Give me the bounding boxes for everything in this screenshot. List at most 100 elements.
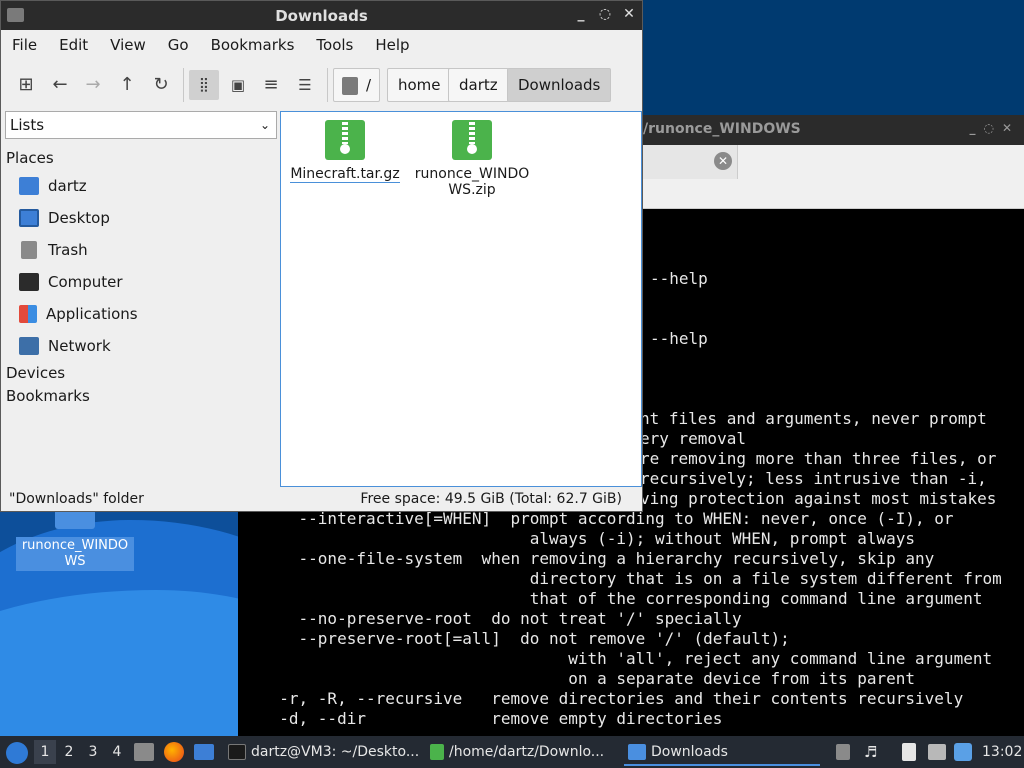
- file-manager-window[interactable]: Downloads _ ◌ ✕ File Edit View Go Bookma…: [0, 0, 643, 512]
- terminal-line: -r, -R, --recursive remove directories a…: [260, 689, 964, 708]
- workspace-1[interactable]: 1: [34, 740, 56, 764]
- workspace-2[interactable]: 2: [58, 740, 80, 764]
- task-label: Downloads: [651, 744, 728, 760]
- list-view-icon[interactable]: ☰: [290, 70, 320, 100]
- terminal-line: ving protection against most mistakes: [640, 489, 997, 508]
- menu-help[interactable]: Help: [364, 30, 420, 60]
- chevron-down-icon: ⌄: [259, 118, 270, 132]
- breadcrumb-root[interactable]: /: [333, 68, 381, 102]
- breadcrumb-home[interactable]: home: [387, 68, 452, 102]
- sidebar-item-dartz[interactable]: dartz: [19, 173, 87, 199]
- toolbar-separator: [327, 68, 328, 102]
- home-folder-icon: [19, 177, 39, 195]
- volume-icon[interactable]: ♬: [864, 743, 882, 761]
- task-terminal[interactable]: dartz@VM3: ~/Deskto...: [224, 738, 420, 766]
- update-notifier-icon[interactable]: [954, 743, 972, 761]
- terminal-line: recursively; less intrusive than -i,: [640, 469, 987, 488]
- sidebar-item-label: Network: [48, 337, 111, 355]
- file-item[interactable]: runonce_WINDOWS.zip: [409, 120, 535, 198]
- status-bar: "Downloads" folder Free space: 49.5 GiB …: [1, 487, 642, 511]
- terminal-line: --interactive[=WHEN] prompt according to…: [260, 509, 954, 528]
- sidebar-item-trash[interactable]: Trash: [19, 237, 88, 263]
- side-pane-mode-select[interactable]: Lists ⌄: [5, 111, 277, 139]
- task-label: dartz@VM3: ~/Deskto...: [251, 744, 420, 760]
- removable-media-icon[interactable]: [836, 744, 850, 760]
- file-view[interactable]: Minecraft.tar.gz runonce_WINDOWS.zip: [280, 111, 642, 487]
- menu-edit[interactable]: Edit: [48, 30, 99, 60]
- toolbar-separator: [183, 68, 184, 102]
- menu-bookmarks[interactable]: Bookmarks: [200, 30, 306, 60]
- file-manager-titlebar[interactable]: Downloads _ ◌ ✕: [1, 1, 642, 30]
- side-pane-mode-label: Lists: [10, 116, 45, 134]
- show-desktop-icon[interactable]: [194, 744, 214, 760]
- clock[interactable]: 13:02: [982, 736, 1022, 768]
- new-tab-icon[interactable]: ⊞: [11, 70, 41, 100]
- terminal-line: nt files and arguments, never prompt: [640, 409, 987, 428]
- sidebar-item-label: Desktop: [48, 209, 110, 227]
- task-label: /home/dartz/Downlo...: [449, 744, 605, 760]
- window-title: Downloads: [275, 7, 368, 25]
- menu-view[interactable]: View: [99, 30, 157, 60]
- breadcrumb-root-label: /: [366, 76, 372, 94]
- computer-icon: [19, 273, 39, 291]
- terminal-title: /runonce_WINDOWS: [643, 121, 801, 137]
- archive-icon: [452, 120, 492, 160]
- minimize-icon[interactable]: _: [574, 6, 588, 22]
- reload-icon[interactable]: ↻: [146, 70, 176, 100]
- sidebar-item-label: Computer: [48, 273, 123, 291]
- bookmarks-heading[interactable]: Bookmarks: [6, 387, 90, 405]
- menu-tools[interactable]: Tools: [305, 30, 364, 60]
- terminal-line: --help: [650, 269, 708, 288]
- sidebar-item-applications[interactable]: Applications: [19, 301, 138, 327]
- icon-view-icon[interactable]: ⣿: [189, 70, 219, 100]
- back-arrow-icon[interactable]: ←: [45, 70, 75, 100]
- forward-arrow-icon[interactable]: →: [78, 70, 108, 100]
- terminal-line: that of the corresponding command line a…: [260, 589, 983, 608]
- status-folder-text: "Downloads" folder: [9, 491, 144, 507]
- up-arrow-icon[interactable]: ↑: [112, 70, 142, 100]
- file-manager-launcher-icon[interactable]: [134, 743, 154, 761]
- desktop-icon-label: runonce_WINDOWS: [16, 537, 134, 571]
- sidebar-item-label: dartz: [48, 177, 87, 195]
- workspace-3[interactable]: 3: [82, 740, 104, 764]
- task-archive[interactable]: /home/dartz/Downlo...: [426, 738, 618, 766]
- breadcrumb-dartz[interactable]: dartz: [448, 68, 509, 102]
- compact-view-icon[interactable]: ≡: [256, 70, 286, 100]
- sidebar-item-network[interactable]: Network: [19, 333, 111, 359]
- sidebar-item-desktop[interactable]: Desktop: [19, 205, 110, 231]
- tab-close-icon[interactable]: ✕: [714, 152, 732, 170]
- terminal-line: --preserve-root[=all] do not remove '/' …: [260, 629, 790, 648]
- places-heading[interactable]: Places: [6, 149, 54, 167]
- terminal-line: --help: [650, 329, 708, 348]
- file-item[interactable]: Minecraft.tar.gz: [282, 120, 408, 183]
- terminal-line: --no-preserve-root do not treat '/' spec…: [260, 609, 742, 628]
- archive-icon: [430, 744, 444, 760]
- taskbar: 1 2 3 4 dartz@VM3: ~/Deskto... /home/dar…: [0, 736, 1024, 768]
- clipboard-icon[interactable]: [902, 743, 916, 761]
- breadcrumb-downloads[interactable]: Downloads: [507, 68, 612, 102]
- sidebar-item-label: Trash: [48, 241, 88, 259]
- archive-icon: [325, 120, 365, 160]
- workspace-4[interactable]: 4: [106, 740, 128, 764]
- maximize-icon[interactable]: ◌: [983, 121, 1001, 135]
- thumbnail-view-icon[interactable]: ▣: [223, 70, 253, 100]
- start-menu-icon[interactable]: [6, 742, 28, 764]
- close-icon[interactable]: ✕: [622, 6, 636, 22]
- task-downloads[interactable]: Downloads: [624, 738, 820, 766]
- sidebar-item-computer[interactable]: Computer: [19, 269, 123, 295]
- terminal-line: with 'all', reject any command line argu…: [260, 649, 993, 668]
- minimize-icon[interactable]: _: [969, 121, 983, 135]
- firefox-icon[interactable]: [164, 742, 184, 762]
- window-controls[interactable]: _ ◌ ✕: [574, 6, 636, 22]
- menu-go[interactable]: Go: [157, 30, 200, 60]
- network-status-icon[interactable]: [928, 744, 946, 760]
- status-free-space: Free space: 49.5 GiB (Total: 62.7 GiB): [360, 491, 622, 507]
- devices-heading[interactable]: Devices: [6, 364, 65, 382]
- maximize-icon[interactable]: ◌: [598, 6, 612, 22]
- terminal-window-controls[interactable]: _◌✕: [969, 121, 1020, 135]
- file-name: runonce_WINDOWS.zip: [414, 166, 530, 198]
- menu-file[interactable]: File: [1, 30, 48, 60]
- close-icon[interactable]: ✕: [1002, 121, 1020, 135]
- terminal-icon: [228, 744, 246, 760]
- drive-icon: [342, 76, 358, 95]
